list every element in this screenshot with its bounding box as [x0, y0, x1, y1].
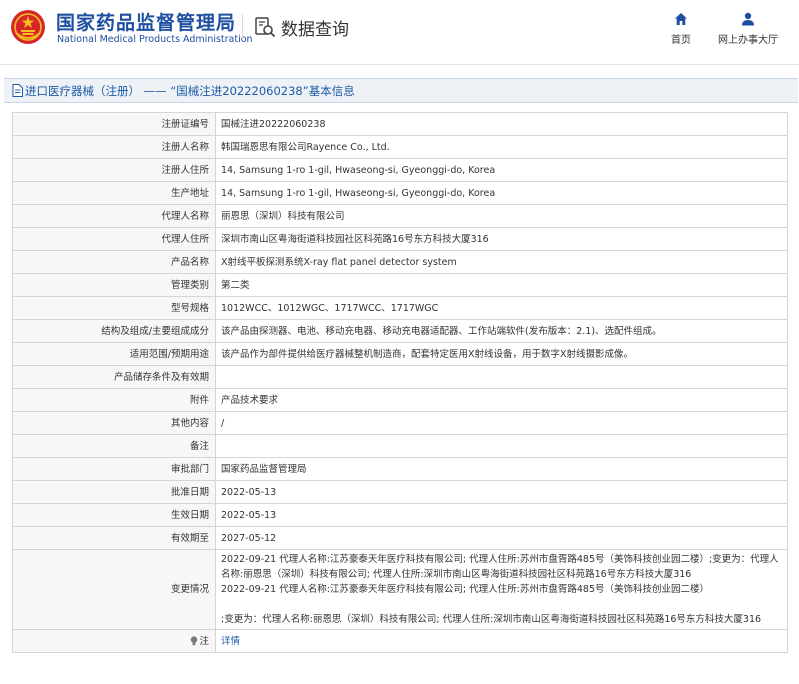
row-value: 深圳市南山区粤海街道科技园社区科苑路16号东方科技大厦316 — [215, 227, 788, 251]
row-label: 产品名称 — [12, 250, 216, 274]
national-emblem-icon — [11, 10, 45, 44]
row-label: 型号规格 — [12, 296, 216, 320]
document-icon — [12, 84, 23, 97]
site-header: 国家药品监督管理局 National Medical Products Admi… — [0, 0, 799, 60]
row-label: 生效日期 — [12, 503, 216, 527]
row-label: 管理类别 — [12, 273, 216, 297]
row-value: 第二类 — [215, 273, 788, 297]
row-label: 批准日期 — [12, 480, 216, 504]
row-label: 注册人名称 — [12, 135, 216, 159]
row-value: 韩国瑞恩思有限公司Rayence Co., Ltd. — [215, 135, 788, 159]
row-value — [215, 434, 788, 458]
note-value: 详情 — [215, 629, 788, 653]
site-brand-english: National Medical Products Administration — [57, 34, 253, 45]
row-value: 该产品作为部件提供给医疗器械整机制造商，配套特定医用X射线设备，用于数字X射线摄… — [215, 342, 788, 366]
row-label: 结构及组成/主要组成成分 — [12, 319, 216, 343]
table-row: 产品储存条件及有效期 — [12, 365, 788, 389]
row-label: 代理人住所 — [12, 227, 216, 251]
online-service-nav-label: 网上办事大厅 — [718, 35, 778, 46]
table-row: 生效日期 2022-05-13 — [12, 503, 788, 527]
change-history-row: 变更情况 2022-09-21 代理人名称:江苏豪泰天年医疗科技有限公司; 代理… — [12, 549, 788, 630]
row-value: X射线平板探测系统X-ray flat panel detector syste… — [215, 250, 788, 274]
row-value: / — [215, 411, 788, 435]
change-entry: ;变更为：代理人名称:丽恩思（深圳）科技有限公司; 代理人住所:深圳市南山区粤海… — [221, 614, 762, 625]
row-value: 14, Samsung 1-ro 1-gil, Hwaseong-si, Gye… — [215, 158, 788, 182]
home-nav-button[interactable]: 首页 — [666, 12, 696, 46]
change-history-value: 2022-09-21 代理人名称:江苏豪泰天年医疗科技有限公司; 代理人住所:苏… — [215, 549, 788, 630]
table-row: 代理人名称 丽恩思（深圳）科技有限公司 — [12, 204, 788, 228]
row-label: 审批部门 — [12, 457, 216, 481]
row-label: 生产地址 — [12, 181, 216, 205]
table-row: 结构及组成/主要组成成分 该产品由探测器、电池、移动充电器、移动充电器适配器、工作… — [12, 319, 788, 343]
record-title-bar: 进口医疗器械（注册） —— “国械注进20222060238”基本信息 — [4, 78, 798, 103]
table-row: 批准日期 2022-05-13 — [12, 480, 788, 504]
row-label: 其他内容 — [12, 411, 216, 435]
user-icon — [742, 12, 754, 26]
details-link[interactable]: 详情 — [221, 636, 240, 647]
row-label: 注册证编号 — [12, 112, 216, 136]
online-service-nav-button[interactable]: 网上办事大厅 — [716, 12, 780, 46]
table-row: 适用范围/预期用途 该产品作为部件提供给医疗器械整机制造商，配套特定医用X射线设备… — [12, 342, 788, 366]
table-row: 代理人住所 深圳市南山区粤海街道科技园社区科苑路16号东方科技大厦316 — [12, 227, 788, 251]
row-value: 丽恩思（深圳）科技有限公司 — [215, 204, 788, 228]
table-row: 审批部门 国家药品监督管理局 — [12, 457, 788, 481]
note-row: 注 详情 — [12, 629, 788, 653]
change-history-label: 变更情况 — [12, 549, 216, 630]
change-entry: 2022-09-21 代理人名称:江苏豪泰天年医疗科技有限公司; 代理人住所:苏… — [221, 584, 709, 595]
row-value — [215, 365, 788, 389]
table-row: 产品名称 X射线平板探测系统X-ray flat panel detector s… — [12, 250, 788, 274]
row-label: 注册人住所 — [12, 158, 216, 182]
row-value: 2027-05-12 — [215, 526, 788, 550]
table-row: 有效期至 2027-05-12 — [12, 526, 788, 550]
row-label: 代理人名称 — [12, 204, 216, 228]
table-row: 备注 — [12, 434, 788, 458]
note-label-cell: 注 — [12, 629, 216, 653]
home-icon — [675, 13, 687, 25]
row-label: 适用范围/预期用途 — [12, 342, 216, 366]
row-value: 产品技术要求 — [215, 388, 788, 412]
data-query-link[interactable]: 数据查询 — [254, 14, 349, 40]
table-row: 注册证编号 国械注进20222060238 — [12, 112, 788, 136]
site-brand-chinese: 国家药品监督管理局 — [56, 12, 237, 34]
record-title: 进口医疗器械（注册） —— “国械注进20222060238”基本信息 — [25, 83, 355, 98]
change-gap — [221, 597, 782, 612]
row-value: 该产品由探测器、电池、移动充电器、移动充电器适配器、工作站端软件(发布版本：2.… — [215, 319, 788, 343]
registration-detail-table: 注册证编号 国械注进20222060238 注册人名称 韩国瑞恩思有限公司Rayen… — [12, 112, 788, 653]
search-document-icon — [255, 17, 276, 38]
table-row: 注册人住所 14, Samsung 1-ro 1-gil, Hwaseong-si… — [12, 158, 788, 182]
home-nav-label: 首页 — [671, 35, 691, 46]
row-value: 国家药品监督管理局 — [215, 457, 788, 481]
header-divider — [242, 14, 243, 40]
table-row: 附件 产品技术要求 — [12, 388, 788, 412]
table-row: 其他内容 / — [12, 411, 788, 435]
row-label: 产品储存条件及有效期 — [12, 365, 216, 389]
row-value: 2022-05-13 — [215, 480, 788, 504]
row-label: 备注 — [12, 434, 216, 458]
note-label: 注 — [199, 635, 209, 647]
row-label: 有效期至 — [12, 526, 216, 550]
table-row: 管理类别 第二类 — [12, 273, 788, 297]
data-query-label: 数据查询 — [281, 19, 349, 40]
lightbulb-icon — [191, 635, 198, 645]
table-row: 注册人名称 韩国瑞恩思有限公司Rayence Co., Ltd. — [12, 135, 788, 159]
row-value: 1012WCC、1012WGC、1717WCC、1717WGC — [215, 296, 788, 320]
change-entry: 2022-09-21 代理人名称:江苏豪泰天年医疗科技有限公司; 代理人住所:苏… — [221, 554, 779, 580]
row-value: 2022-05-13 — [215, 503, 788, 527]
row-value: 国械注进20222060238 — [215, 112, 788, 136]
row-value: 14, Samsung 1-ro 1-gil, Hwaseong-si, Gye… — [215, 181, 788, 205]
table-row: 生产地址 14, Samsung 1-ro 1-gil, Hwaseong-si,… — [12, 181, 788, 205]
table-row: 型号规格 1012WCC、1012WGC、1717WCC、1717WGC — [12, 296, 788, 320]
row-label: 附件 — [12, 388, 216, 412]
header-rule — [0, 64, 799, 65]
